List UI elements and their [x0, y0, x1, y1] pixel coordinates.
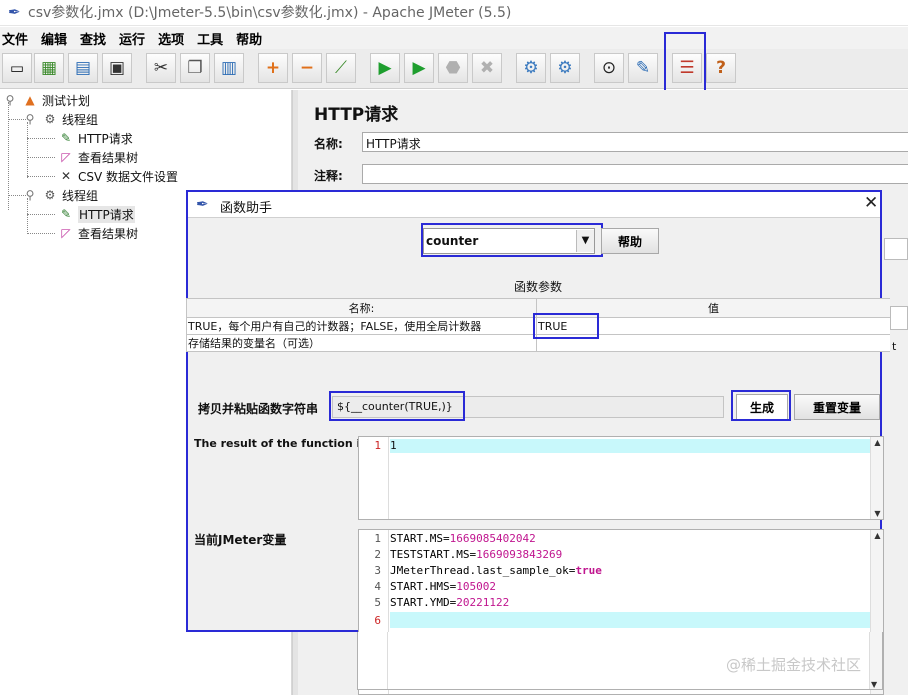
variable-line: START.HMS=105002 [390, 580, 496, 593]
clear-icon[interactable]: ⚙ [516, 53, 546, 83]
menu-help[interactable]: 帮助 [236, 29, 262, 48]
clear-all-icon[interactable]: ⚙ [550, 53, 580, 83]
line-number: 3 [374, 564, 381, 577]
tree-item-view-results-tree[interactable]: ◸ 查看结果树 [58, 224, 138, 242]
pipette-icon: ✎ [60, 207, 72, 221]
tree-item-csv-data-set[interactable]: ✕ CSV 数据文件设置 [58, 167, 178, 185]
tree-item-test-plan[interactable]: ⚲ ▲ 测试计划 [2, 91, 90, 109]
tools-icon: ✕ [60, 169, 72, 183]
collapse-handle-icon[interactable]: ⚲ [2, 93, 18, 107]
toggle-icon[interactable]: ⟋ [326, 53, 356, 83]
result-line: 1 [390, 439, 397, 452]
start-no-pause-icon[interactable]: ▶ [404, 53, 434, 83]
search-icon[interactable]: ⊙ [594, 53, 624, 83]
variables-label: 当前JMeter变量 [194, 533, 287, 547]
save-icon[interactable]: ▣ [102, 53, 132, 83]
pipette-icon: ✎ [60, 131, 72, 145]
chart-icon: ◸ [61, 150, 71, 164]
background-field [884, 238, 908, 260]
templates-icon[interactable]: ▦ [34, 53, 64, 83]
dialog-title: 函数助手 [220, 201, 273, 216]
watermark: @稀土掘金技术社区 [726, 656, 862, 674]
reset-variables-button[interactable]: 重置变量 [794, 394, 880, 420]
open-icon[interactable]: ▤ [68, 53, 98, 83]
variable-line: JMeterThread.last_sample_ok=true [390, 564, 602, 577]
panel-title: HTTP请求 [314, 105, 399, 125]
toolbar: ▭ ▦ ▤ ▣ ✂ ❐ ▥ + − ⟋ ▶ ▶ ⬣ ✖ ⚙ ⚙ ⊙ ✎ ☰ ? [0, 32, 908, 98]
help-icon[interactable]: ? [706, 53, 736, 83]
result-editor[interactable]: 1 1 ▲ ▼ [358, 436, 884, 520]
line-number: 4 [374, 580, 381, 593]
thread-group-icon: ⚙ [44, 112, 56, 126]
collapse-handle-icon[interactable]: ⚲ [22, 188, 38, 202]
line-number: 5 [374, 596, 381, 609]
copy-icon[interactable]: ❐ [180, 53, 210, 83]
shutdown-icon[interactable]: ✖ [472, 53, 502, 83]
menu-edit[interactable]: 编辑 [41, 29, 67, 48]
line-number: 1 [374, 439, 381, 452]
cut-icon[interactable]: ✂ [146, 53, 176, 83]
highlight-function-helper [664, 32, 706, 98]
result-label: The result of the function is [194, 437, 367, 450]
expand-icon[interactable]: + [258, 53, 288, 83]
menu-run[interactable]: 运行 [119, 29, 145, 48]
feather-icon: ✒ [8, 3, 21, 21]
help-button[interactable]: 帮助 [601, 228, 659, 254]
line-number: 6 [374, 614, 381, 627]
test-plan-icon: ▲ [25, 93, 35, 107]
line-number: 2 [374, 548, 381, 561]
variable-line: TESTSTART.MS=1669093843269 [390, 548, 563, 561]
highlight-function-select [421, 223, 603, 257]
tree-item-http-request[interactable]: ✎ HTTP请求 [58, 129, 133, 147]
comment-input[interactable] [362, 164, 908, 184]
params-title: 函数参数 [514, 280, 563, 294]
close-icon[interactable]: ✕ [864, 193, 878, 213]
highlight-param-value [533, 313, 599, 339]
dialog-title-bar: ✒ 函数助手 ✕ [188, 192, 880, 218]
column-header-name: 名称: [186, 298, 537, 318]
variable-line: START.MS=1669085402042 [390, 532, 536, 545]
param-name: TRUE，每个用户有自己的计数器；FALSE，使用全局计数器 [186, 317, 537, 335]
collapse-icon[interactable]: − [292, 53, 322, 83]
title-bar: ✒ csv参数化.jmx (D:\Jmeter-5.5\bin\csv参数化.j… [0, 0, 908, 26]
comment-label: 注释: [314, 169, 343, 183]
name-label: 名称: [314, 137, 343, 151]
copy-paste-label: 拷贝并粘贴函数字符串 [198, 402, 319, 416]
menu-file[interactable]: 文件 [2, 29, 28, 48]
variable-line: START.YMD=20221122 [390, 596, 510, 609]
menu-bar: 文件 编辑 查找 运行 选项 工具 帮助 [0, 27, 908, 49]
window-title: csv参数化.jmx (D:\Jmeter-5.5\bin\csv参数化.jmx… [28, 5, 512, 21]
start-icon[interactable]: ▶ [370, 53, 400, 83]
line-number: 1 [374, 532, 381, 545]
feather-icon: ✒ [196, 195, 209, 213]
tree-item-thread-group[interactable]: ⚲ ⚙ 线程组 [22, 186, 98, 204]
new-icon[interactable]: ▭ [2, 53, 32, 83]
function-helper-dialog: ✒ 函数助手 ✕ counter ▼ 帮助 函数参数 名称: 值 TRUE，每个… [186, 190, 890, 695]
menu-search[interactable]: 查找 [80, 29, 106, 48]
scroll-down-icon[interactable]: ▼ [871, 680, 877, 689]
name-input[interactable]: HTTP请求 [362, 132, 908, 152]
highlight-generate-button [731, 390, 791, 421]
stop-icon[interactable]: ⬣ [438, 53, 468, 83]
background-field [890, 306, 908, 330]
menu-tools[interactable]: 工具 [197, 29, 223, 48]
chart-icon: ◸ [61, 226, 71, 240]
menu-options[interactable]: 选项 [158, 29, 184, 48]
tree-item-view-results-tree[interactable]: ◸ 查看结果树 [58, 148, 138, 166]
collapse-handle-icon[interactable]: ⚲ [22, 112, 38, 126]
highlight-function-string [329, 391, 465, 421]
tree-item-thread-group[interactable]: ⚲ ⚙ 线程组 [22, 110, 98, 128]
reset-search-icon[interactable]: ✎ [628, 53, 658, 83]
param-name: 存储结果的变量名（可选） [186, 334, 537, 352]
scrollbar[interactable]: ▲ ▼ [870, 437, 883, 519]
thread-group-icon: ⚙ [44, 188, 56, 202]
background-text: t [892, 340, 897, 353]
paste-icon[interactable]: ▥ [214, 53, 244, 83]
tree-item-http-request-selected[interactable]: ✎ HTTP请求 [58, 205, 135, 223]
